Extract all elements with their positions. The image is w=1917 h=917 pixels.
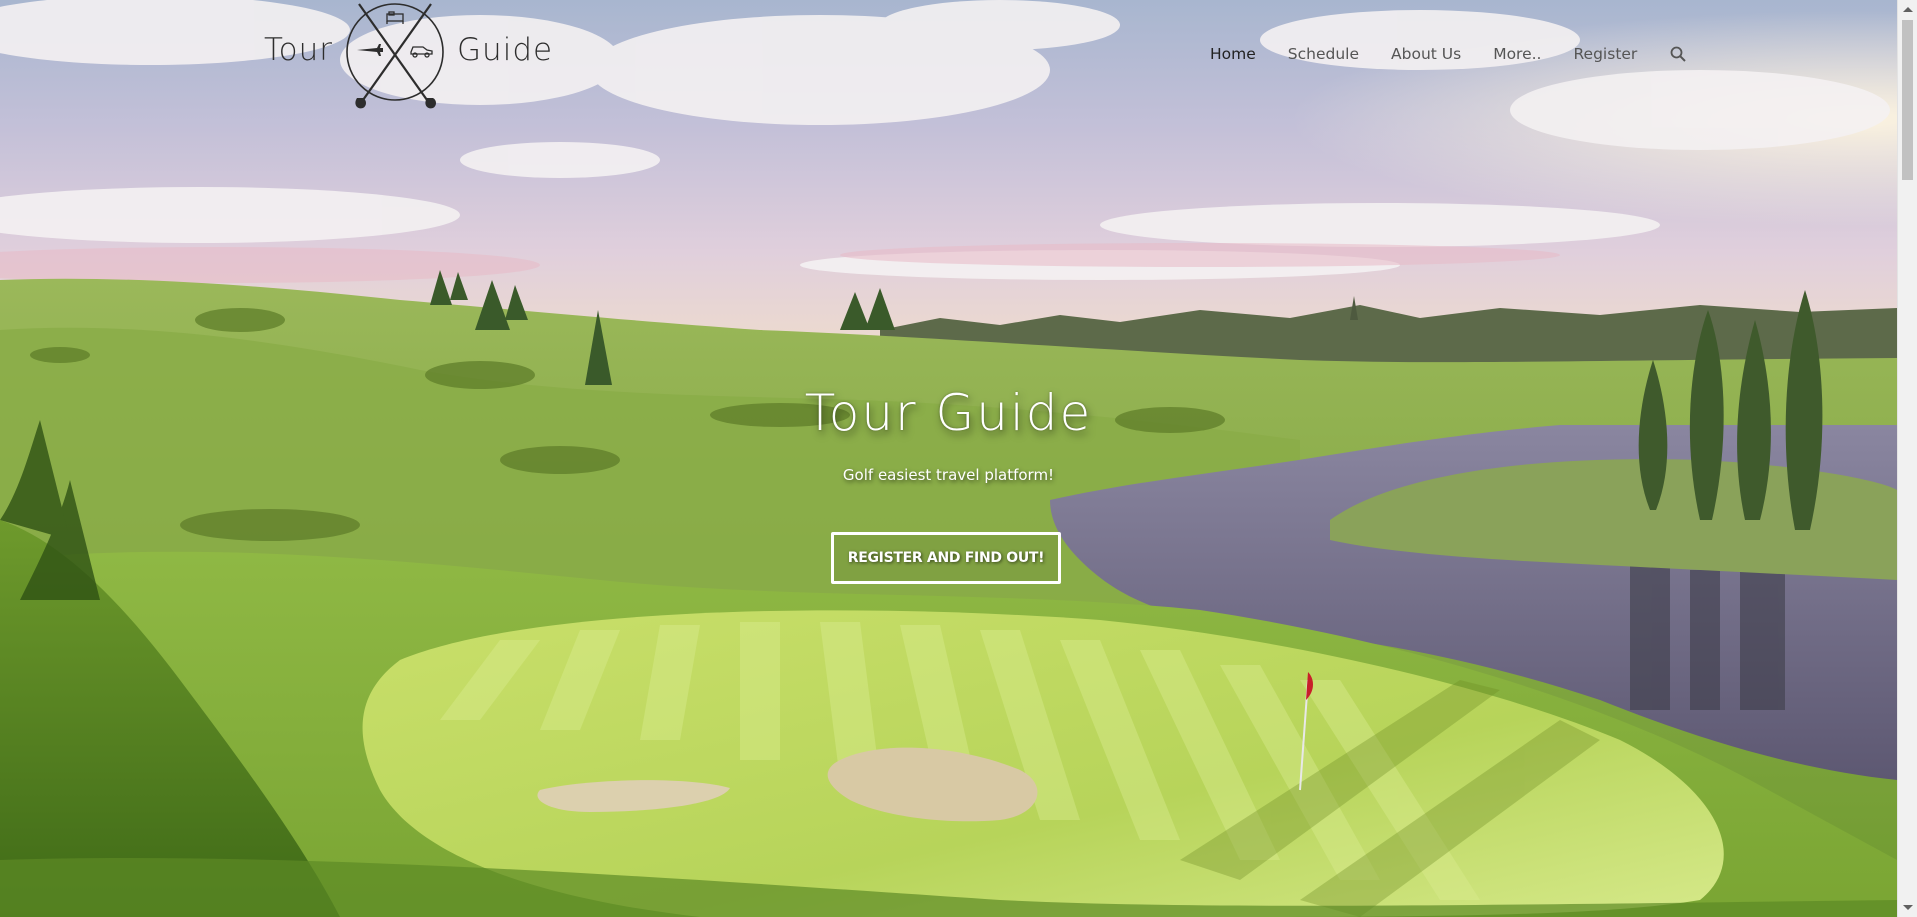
car-icon bbox=[410, 46, 433, 58]
nav-item-more[interactable]: More.. bbox=[1493, 42, 1541, 66]
scroll-up-arrow-icon[interactable] bbox=[1903, 7, 1913, 12]
hero-title: Tour Guide bbox=[804, 384, 1093, 442]
hero-section: Tour Guide Home Schedule About Us More..… bbox=[0, 0, 1897, 917]
nav-item-register[interactable]: Register bbox=[1573, 42, 1637, 66]
nav-item-about-us[interactable]: About Us bbox=[1391, 42, 1461, 66]
hero-subtitle: Golf easiest travel platform! bbox=[842, 466, 1055, 484]
airplane-icon bbox=[357, 44, 384, 56]
register-cta-button[interactable]: REGISTER AND FIND OUT! bbox=[831, 532, 1061, 584]
brand-name-left: Tour bbox=[264, 31, 334, 68]
nav-item-schedule[interactable]: Schedule bbox=[1288, 42, 1359, 66]
bed-icon bbox=[386, 11, 404, 24]
hero-background-image bbox=[0, 0, 1897, 917]
page-scrollbar[interactable] bbox=[1897, 0, 1917, 917]
search-icon[interactable] bbox=[1669, 45, 1687, 63]
nav-item-home[interactable]: Home bbox=[1210, 42, 1256, 66]
main-navigation: Home Schedule About Us More.. Register bbox=[1210, 42, 1687, 66]
brand-name-right: Guide bbox=[457, 31, 554, 68]
logo-emblem-icon bbox=[346, 3, 444, 109]
brand-logo[interactable]: Tour Guide bbox=[264, 0, 553, 112]
scroll-down-arrow-icon[interactable] bbox=[1903, 905, 1913, 910]
page: Tour Guide Home Schedule About Us More..… bbox=[0, 0, 1917, 917]
scrollbar-thumb[interactable] bbox=[1902, 20, 1913, 180]
